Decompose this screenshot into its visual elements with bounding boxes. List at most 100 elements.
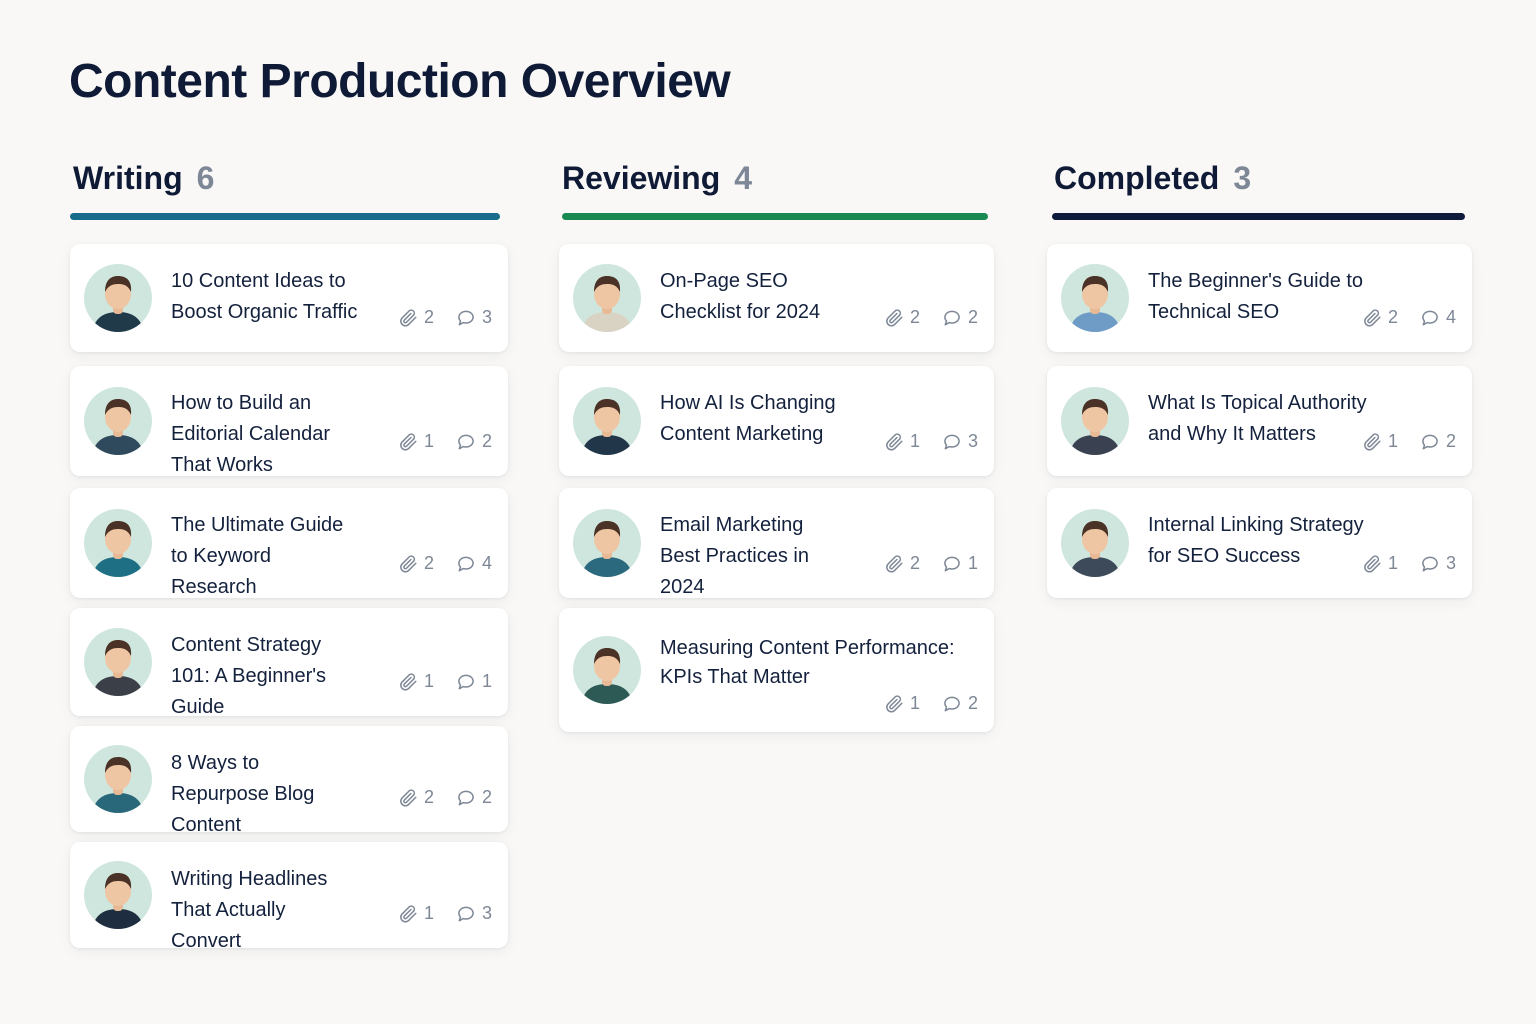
- card-title: Internal Linking Strategy for SEO Succes…: [1148, 514, 1364, 567]
- task-card[interactable]: On-Page SEO Checklist for 2024 2 2: [559, 244, 994, 352]
- comment-bubble-icon: [456, 672, 476, 692]
- column-title: Completed: [1054, 160, 1220, 196]
- avatar: [84, 509, 152, 577]
- comment-bubble-icon: [1420, 308, 1440, 328]
- attachment-count[interactable]: 2: [398, 307, 434, 328]
- attachment-count[interactable]: 2: [1362, 307, 1398, 328]
- comment-count-value: 4: [1445, 307, 1456, 327]
- column-completed: Completed 3 The Beginner's Guide to Tech…: [1047, 160, 1472, 598]
- column-count: 6: [196, 160, 215, 196]
- card-meta: 1 2: [1362, 431, 1456, 452]
- comment-count[interactable]: 4: [456, 553, 492, 574]
- comment-count[interactable]: 2: [456, 431, 492, 452]
- comment-count[interactable]: 2: [942, 693, 978, 714]
- attachment-count[interactable]: 1: [1362, 431, 1398, 452]
- card-title: 8 Ways to Repurpose Blog Content: [171, 752, 315, 836]
- paperclip-icon: [884, 432, 904, 452]
- comment-count-value: 2: [481, 431, 492, 451]
- comment-count[interactable]: 1: [456, 671, 492, 692]
- comment-count[interactable]: 1: [942, 553, 978, 574]
- comment-count[interactable]: 2: [1420, 431, 1456, 452]
- comment-bubble-icon: [942, 432, 962, 452]
- card-meta: 1 3: [398, 903, 492, 924]
- card-meta: 2 4: [398, 553, 492, 574]
- comment-count-value: 2: [481, 787, 492, 807]
- task-card[interactable]: The Beginner's Guide to Technical SEO 2 …: [1047, 244, 1472, 352]
- task-card[interactable]: Content Strategy 101: A Beginner's Guide…: [70, 608, 508, 718]
- comment-bubble-icon: [456, 788, 476, 808]
- card-meta: 1 3: [1362, 553, 1456, 574]
- attachment-count[interactable]: 2: [884, 553, 920, 574]
- column-header: Completed 3: [1047, 160, 1472, 202]
- attachment-count[interactable]: 1: [884, 431, 920, 452]
- column-title: Reviewing: [562, 160, 721, 196]
- attachment-count[interactable]: 1: [398, 431, 434, 452]
- avatar: [573, 264, 641, 332]
- paperclip-icon: [1362, 308, 1382, 328]
- task-card[interactable]: Writing Headlines That Actually Convert …: [70, 842, 508, 952]
- task-card[interactable]: 8 Ways to Repurpose Blog Content 2 2: [70, 726, 508, 836]
- task-card[interactable]: 10 Content Ideas to Boost Organic Traffi…: [70, 244, 508, 352]
- attachment-count[interactable]: 1: [398, 671, 434, 692]
- column-reviewing: Reviewing 4 On-Page SEO Checklist for 20…: [559, 160, 994, 732]
- paperclip-icon: [1362, 554, 1382, 574]
- comment-count[interactable]: 3: [456, 903, 492, 924]
- card-title: How AI Is Changing Content Marketing: [660, 392, 836, 445]
- comment-count-value: 3: [1445, 553, 1456, 573]
- comment-count-value: 2: [1445, 431, 1456, 451]
- task-card[interactable]: The Ultimate Guide to Keyword Research 2…: [70, 488, 508, 598]
- avatar: [573, 387, 641, 455]
- attachment-count[interactable]: 1: [1362, 553, 1398, 574]
- paperclip-icon: [398, 554, 418, 574]
- avatar: [84, 387, 152, 455]
- comment-count[interactable]: 3: [456, 307, 492, 328]
- attachment-count[interactable]: 1: [884, 693, 920, 714]
- comment-bubble-icon: [456, 432, 476, 452]
- column-count: 4: [734, 160, 753, 196]
- column-accent-bar: [1052, 213, 1465, 220]
- comment-count[interactable]: 3: [942, 431, 978, 452]
- comment-count-value: 4: [481, 553, 492, 573]
- card-title: On-Page SEO Checklist for 2024: [660, 270, 821, 323]
- paperclip-icon: [1362, 432, 1382, 452]
- comment-count-value: 3: [967, 431, 978, 451]
- card-meta: 1 3: [884, 431, 978, 452]
- attachment-count-value: 1: [423, 903, 434, 923]
- paperclip-icon: [398, 672, 418, 692]
- card-meta: 2 4: [1362, 307, 1456, 328]
- paperclip-icon: [398, 432, 418, 452]
- column-writing: Writing 6 10 Content Ideas to Boost Orga…: [70, 160, 508, 952]
- task-card[interactable]: How to Build an Editorial Calendar That …: [70, 366, 508, 476]
- comment-bubble-icon: [456, 308, 476, 328]
- card-meta: 2 2: [398, 787, 492, 808]
- task-card[interactable]: What Is Topical Authority and Why It Mat…: [1047, 366, 1472, 476]
- comment-count-value: 3: [481, 903, 492, 923]
- column-accent-bar: [562, 213, 988, 220]
- card-title: The Beginner's Guide to Technical SEO: [1148, 270, 1364, 323]
- paperclip-icon: [398, 788, 418, 808]
- attachment-count[interactable]: 1: [398, 903, 434, 924]
- comment-count[interactable]: 3: [1420, 553, 1456, 574]
- attachment-count-value: 1: [423, 431, 434, 451]
- avatar: [84, 264, 152, 332]
- task-card[interactable]: How AI Is Changing Content Marketing 1 3: [559, 366, 994, 476]
- task-card[interactable]: Internal Linking Strategy for SEO Succes…: [1047, 488, 1472, 598]
- avatar: [1061, 509, 1129, 577]
- comment-count[interactable]: 2: [942, 307, 978, 328]
- attachment-count-value: 1: [423, 671, 434, 691]
- attachment-count[interactable]: 2: [884, 307, 920, 328]
- attachment-count[interactable]: 2: [398, 553, 434, 574]
- column-title: Writing: [73, 160, 183, 196]
- task-card[interactable]: Email Marketing Best Practices in 2024 2…: [559, 488, 994, 598]
- comment-count[interactable]: 2: [456, 787, 492, 808]
- paperclip-icon: [884, 308, 904, 328]
- task-card[interactable]: Measuring Content Performance: KPIs That…: [559, 608, 994, 732]
- attachment-count-value: 1: [1387, 553, 1398, 573]
- attachment-count[interactable]: 2: [398, 787, 434, 808]
- attachment-count-value: 1: [909, 431, 920, 451]
- attachment-count-value: 1: [1387, 431, 1398, 451]
- column-count: 3: [1233, 160, 1252, 196]
- comment-count[interactable]: 4: [1420, 307, 1456, 328]
- card-meta: 2 1: [884, 553, 978, 574]
- card-meta: 2 2: [884, 307, 978, 328]
